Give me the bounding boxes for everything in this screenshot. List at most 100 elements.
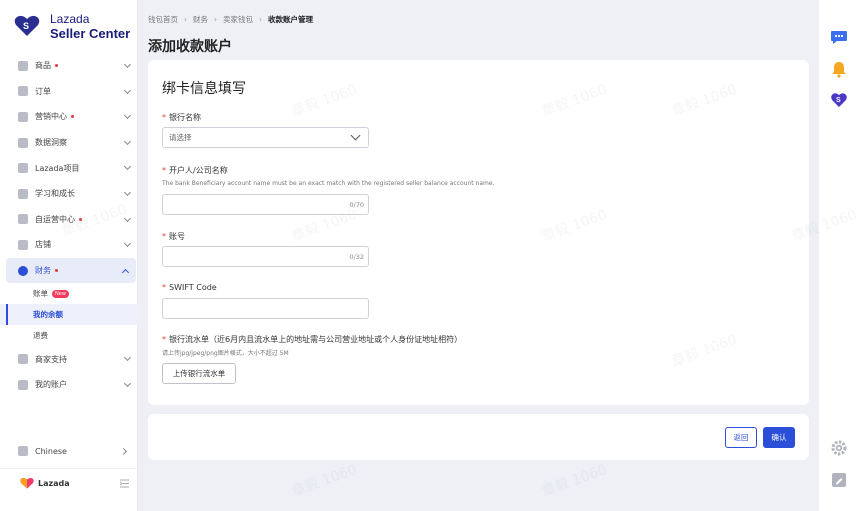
sidebar-subitem-label: 退费 <box>33 331 48 341</box>
notification-dot <box>79 217 82 221</box>
swift-code-label-text: SWIFT Code <box>169 283 217 292</box>
required-mark: * <box>162 166 166 175</box>
chevron-down-icon <box>123 214 132 222</box>
sidebar-subitem-label: 我的余额 <box>33 310 63 320</box>
gear-icon[interactable] <box>830 439 848 457</box>
svg-text:S: S <box>836 97 841 104</box>
sidebar-item-products[interactable]: 商品 <box>0 53 138 79</box>
chevron-down-icon <box>123 354 132 362</box>
required-mark: * <box>162 232 166 241</box>
sidebar-item-marketing[interactable]: 营销中心 <box>0 104 138 130</box>
chevron-down-icon <box>123 137 132 145</box>
new-badge: New <box>52 289 69 298</box>
language-label: Chinese <box>35 446 67 456</box>
sidebar-subitem-label: 账单 <box>33 289 48 299</box>
edit-icon[interactable] <box>830 471 848 489</box>
char-counter: 0/32 <box>349 253 364 261</box>
learn-icon <box>18 188 28 199</box>
breadcrumb-current: 收款账户管理 <box>268 15 313 24</box>
account-icon <box>18 379 28 390</box>
swift-code-label: * SWIFT Code <box>162 283 217 292</box>
sidebar-item-finance[interactable]: 财务 <box>6 257 136 284</box>
account-holder-label: * 开户人/公司名称 <box>162 165 228 176</box>
form-footer: 返回 确认 <box>148 414 809 460</box>
lazada-heart-icon: S <box>14 15 40 36</box>
watermark: 章毅 1060 <box>289 461 360 501</box>
sidebar-subitem-bills[interactable]: 账单 New <box>0 283 138 304</box>
sidebar-item-store[interactable]: 店铺 <box>0 232 138 258</box>
watermark: 章毅 1060 <box>539 461 610 501</box>
finance-icon <box>18 265 28 276</box>
bottom-logo: Lazada <box>20 477 70 489</box>
breadcrumb-link[interactable]: 卖家钱包 <box>223 14 253 25</box>
sidebar-nav: 商品 订单 营销中心 数据洞察 Lazada项目 学习和成长 自运营中心 店铺 … <box>0 53 138 398</box>
breadcrumb-link[interactable]: 钱包首页 <box>148 14 178 25</box>
lazada-heart-icon <box>20 477 34 489</box>
page-title: 添加收款账户 <box>148 39 232 55</box>
sidebar-item-my-account[interactable]: 我的账户 <box>0 372 138 398</box>
chat-icon[interactable] <box>830 28 848 46</box>
sidebar-item-self-operation[interactable]: 自运营中心 <box>0 207 138 233</box>
chevron-down-icon <box>123 240 132 248</box>
swift-code-input[interactable] <box>162 298 369 319</box>
brand-subtitle: Seller Center <box>50 26 131 41</box>
globe-icon <box>18 446 28 456</box>
store-icon <box>18 239 28 250</box>
sidebar-item-lazada-projects[interactable]: Lazada项目 <box>0 155 138 181</box>
sidebar-item-support[interactable]: 商家支持 <box>0 346 138 372</box>
sidebar: S Lazada Seller Center 商品 订单 营销中心 数据洞察 L… <box>0 0 138 511</box>
sidebar-item-label: 商家支持 <box>35 354 67 364</box>
notification-dot <box>71 115 74 119</box>
char-counter: 0/70 <box>349 201 364 209</box>
account-holder-input[interactable]: 0/70 <box>162 194 369 215</box>
svg-text:S: S <box>23 21 29 31</box>
sidebar-item-data[interactable]: 数据洞察 <box>0 130 138 156</box>
confirm-button[interactable]: 确认 <box>763 427 795 448</box>
breadcrumb: 钱包首页 › 财务 › 卖家钱包 › 收款账户管理 <box>148 14 313 25</box>
chevron-down-icon <box>123 112 132 120</box>
back-button[interactable]: 返回 <box>725 427 757 448</box>
sidebar-item-orders[interactable]: 订单 <box>0 79 138 105</box>
chevron-down-icon <box>123 163 132 171</box>
bank-name-label-text: 银行名称 <box>169 113 201 122</box>
notification-dot <box>55 64 58 68</box>
language-selector[interactable]: Chinese <box>18 446 136 456</box>
sidebar-item-label: 数据洞察 <box>35 138 67 148</box>
sidebar-subitem-refund[interactable]: 退费 <box>0 325 138 346</box>
sidebar-item-learning[interactable]: 学习和成长 <box>0 181 138 207</box>
breadcrumb-separator-icon: › <box>259 15 262 24</box>
collapse-sidebar-icon[interactable] <box>120 479 129 488</box>
upload-statement-button[interactable]: 上传银行流水单 <box>162 363 236 384</box>
bank-name-select[interactable]: 请选择 <box>162 127 369 148</box>
required-mark: * <box>162 113 166 122</box>
marketing-icon <box>18 111 28 122</box>
sidebar-subitem-my-balance[interactable]: 我的余额 <box>0 304 138 326</box>
seller-heart-icon[interactable]: S <box>830 91 848 109</box>
form-title: 绑卡信息填写 <box>162 81 246 97</box>
lazada-logo[interactable]: S Lazada Seller Center <box>14 12 132 44</box>
notification-dot <box>55 269 58 273</box>
box-icon <box>18 60 28 71</box>
self-op-icon <box>18 214 28 225</box>
sidebar-item-label: Lazada项目 <box>35 163 80 173</box>
breadcrumb-separator-icon: › <box>214 15 217 24</box>
account-number-label: * 账号 <box>162 231 185 242</box>
account-number-input[interactable]: 0/32 <box>162 246 369 267</box>
required-mark: * <box>162 283 166 292</box>
sidebar-item-label: 我的账户 <box>35 380 67 390</box>
sidebar-divider <box>0 468 138 469</box>
account-holder-hint: The bank Beneficiary account name must b… <box>162 180 495 187</box>
project-icon <box>18 163 28 174</box>
breadcrumb-link[interactable]: 财务 <box>193 14 208 25</box>
chevron-down-icon <box>123 379 132 387</box>
sidebar-item-label: 订单 <box>35 86 51 96</box>
sidebar-item-label: 商品 <box>35 61 51 71</box>
breadcrumb-separator-icon: › <box>184 15 187 24</box>
right-rail: S <box>819 0 865 511</box>
sidebar-item-label: 自运营中心 <box>35 214 75 224</box>
sidebar-item-label: 财务 <box>35 266 51 276</box>
bank-statement-hint: 请上传jpg/jpeg/png图片格式，大小不超过 5M <box>162 350 289 357</box>
bell-icon[interactable] <box>830 60 848 78</box>
bank-name-label: * 银行名称 <box>162 112 201 123</box>
account-number-label-text: 账号 <box>169 232 185 241</box>
